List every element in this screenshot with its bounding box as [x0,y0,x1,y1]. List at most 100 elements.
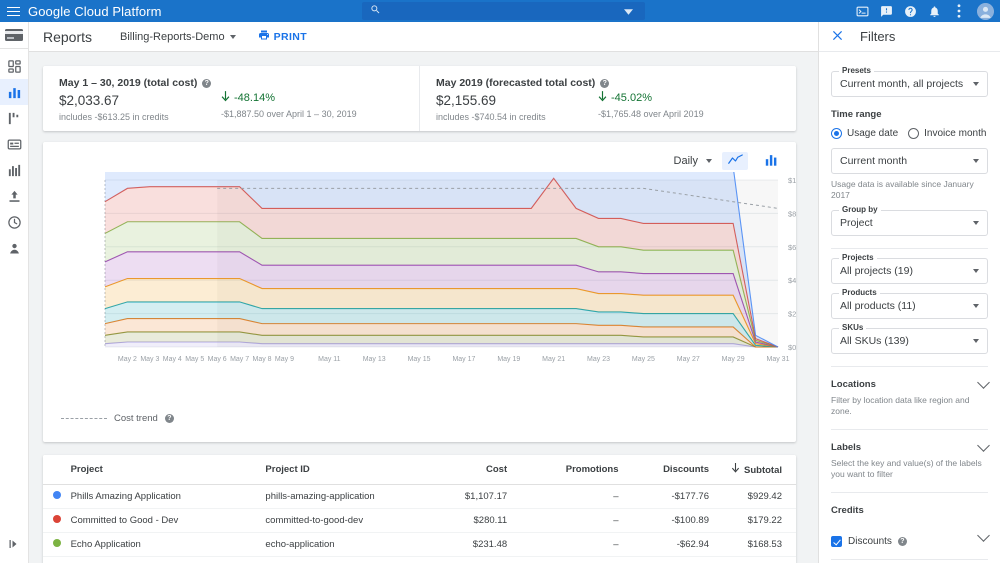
chevron-down-icon [229,34,236,39]
notifications-icon[interactable] [927,4,942,19]
chart-controls: Daily [674,152,784,170]
total-cost-header: May 1 – 30, 2019 (total cost) ? [59,77,419,89]
projects-select[interactable]: Projects All projects (19) [831,253,988,285]
table-row[interactable]: Committed to Good - Dev committed-to-good… [43,508,796,533]
labels-hint: Select the key and value(s) of the label… [831,458,982,480]
help-icon[interactable]: ? [600,78,610,88]
cell-project: Committed to Good - Dev [70,508,266,533]
forecast-cost-delta-block: -45.02% -$1,765.48 over April 2019 [598,91,704,119]
print-label: PRINT [273,30,308,43]
sidebar-item-billing-export[interactable] [0,131,28,157]
sidebar-item-account-management[interactable] [0,235,28,261]
more-menu-icon[interactable] [951,4,966,19]
expand-rail-icon[interactable] [8,538,20,553]
overview-icon [7,59,22,74]
discounts-label: Discounts [848,536,892,548]
sort-desc-icon [731,463,740,476]
forecast-cost-summary: May 2019 (forecasted total cost) ? $2,15… [419,66,796,131]
column-promotions[interactable]: Promotions [537,455,637,485]
billing-reports-page: Google Cloud Platform Reports Billing-Re… [0,0,1000,563]
sidebar-item-commitments[interactable] [0,209,28,235]
search-icon [370,4,381,18]
print-button[interactable]: PRINT [258,29,308,44]
help-icon[interactable]: ? [202,78,212,88]
gcp-title: Google Cloud Platform [28,3,162,19]
cell-discounts: -$62.21 [636,556,731,563]
avatar[interactable] [977,2,994,20]
total-cost-summary: May 1 – 30, 2019 (total cost) ? $2,033.6… [43,66,419,131]
time-range-radios: Usage date Invoice month [831,128,988,139]
filters-divider [831,492,988,494]
chevron-down-icon [973,221,979,226]
filters-panel: Filters Presets Current month, all proje… [818,22,1000,563]
cell-cost: $231.48 [432,532,538,557]
column-project-id[interactable]: Project ID [265,455,433,485]
x-axis-tick: May 31 [767,356,790,363]
x-axis-tick: May 4 [163,356,182,363]
sidebar-item-billing-reports[interactable] [0,79,28,105]
row-color-dot [43,532,71,557]
cell-project-id: committed-to-good-dev [265,508,433,533]
locations-hint: Filter by location data like region and … [831,395,970,417]
search-input[interactable] [381,5,624,17]
hamburger-menu-icon[interactable] [0,0,26,22]
sidebar-item-cost-table[interactable] [0,105,28,131]
cloud-shell-icon[interactable] [855,4,870,19]
x-axis-tick: May 15 [408,356,431,363]
cell-discounts: -$177.76 [636,484,731,509]
filters-divider [831,559,988,561]
sidebar-item-budgets-alerts[interactable] [0,157,28,183]
labels-accordion[interactable]: Labels [831,439,990,453]
column-cost[interactable]: Cost [432,455,538,485]
export-data-icon [7,137,22,152]
color-dot-icon [52,491,61,499]
cell-promotions: – [537,532,637,557]
help-icon[interactable]: ? [897,537,907,547]
cell-project-id: delta-application [265,556,433,563]
group-by-select[interactable]: Group by Project [831,205,988,237]
column-subtotal[interactable]: Subtotal [731,455,796,485]
radio-usage-date[interactable]: Usage date [831,128,898,139]
column-discounts[interactable]: Discounts [636,455,731,485]
frequency-select[interactable]: Daily [674,155,712,167]
clock-icon [7,215,22,230]
table-row[interactable]: Echo Application echo-application $231.48–… [43,532,796,557]
chevron-down-icon[interactable] [977,529,990,543]
y-axis-tick: $100 [788,176,796,185]
cell-cost: $280.11 [432,508,538,533]
forecast-cost-header: May 2019 (forecasted total cost) ? [436,77,796,89]
x-axis-tick: May 19 [497,356,520,363]
table-body: Phills Amazing Application phills-amazing… [43,484,796,563]
frequency-value: Daily [673,155,698,167]
global-search[interactable] [362,2,645,20]
search-dropdown-caret-icon[interactable] [624,4,640,18]
bar-chart-toggle[interactable] [758,152,784,170]
skus-select[interactable]: SKUs All SKUs (139) [831,323,988,355]
table-row[interactable]: Delta Applicationdelta-application$229.8… [43,556,796,563]
color-dot-icon [52,515,61,523]
line-chart-toggle[interactable] [722,152,748,170]
presets-select[interactable]: Presets Current month, all projects [831,66,988,97]
help-icon[interactable] [903,4,918,19]
time-range-select[interactable]: Current month [831,148,988,174]
close-icon[interactable] [831,29,844,45]
cost-area-chart[interactable]: $0 $20 $40 $60 $80 $100 May 2May 3 May 4May 5 Ma… [43,56,805,372]
chart-svg: $0 $20 $40 $60 $80 $100 May 2May 3 May 4May 5 Ma… [104,56,805,363]
table-row[interactable]: Phills Amazing Application phills-amazing… [43,484,796,509]
locations-accordion[interactable]: Locations [831,376,990,390]
forecast-cost-delta-value: -45.02% [611,92,652,104]
radio-invoice-month[interactable]: Invoice month [908,128,986,139]
project-picker[interactable]: Billing-Reports-Demo [120,31,236,43]
sidebar-item-billing-overview[interactable] [0,53,28,79]
discounts-checkbox-row[interactable]: Discounts ? [831,536,907,548]
column-project[interactable]: Project [70,455,266,485]
x-axis-tick: May 2 [118,356,137,363]
feedback-icon[interactable] [879,4,894,19]
cell-project-id: phills-amazing-application [265,484,433,509]
chevron-down-icon [973,269,979,274]
cell-project: Phills Amazing Application [70,484,266,509]
help-icon[interactable]: ? [164,414,174,423]
chevron-down-icon [973,304,979,309]
sidebar-item-transactions[interactable] [0,183,28,209]
products-select[interactable]: Products All products (11) [831,288,988,320]
